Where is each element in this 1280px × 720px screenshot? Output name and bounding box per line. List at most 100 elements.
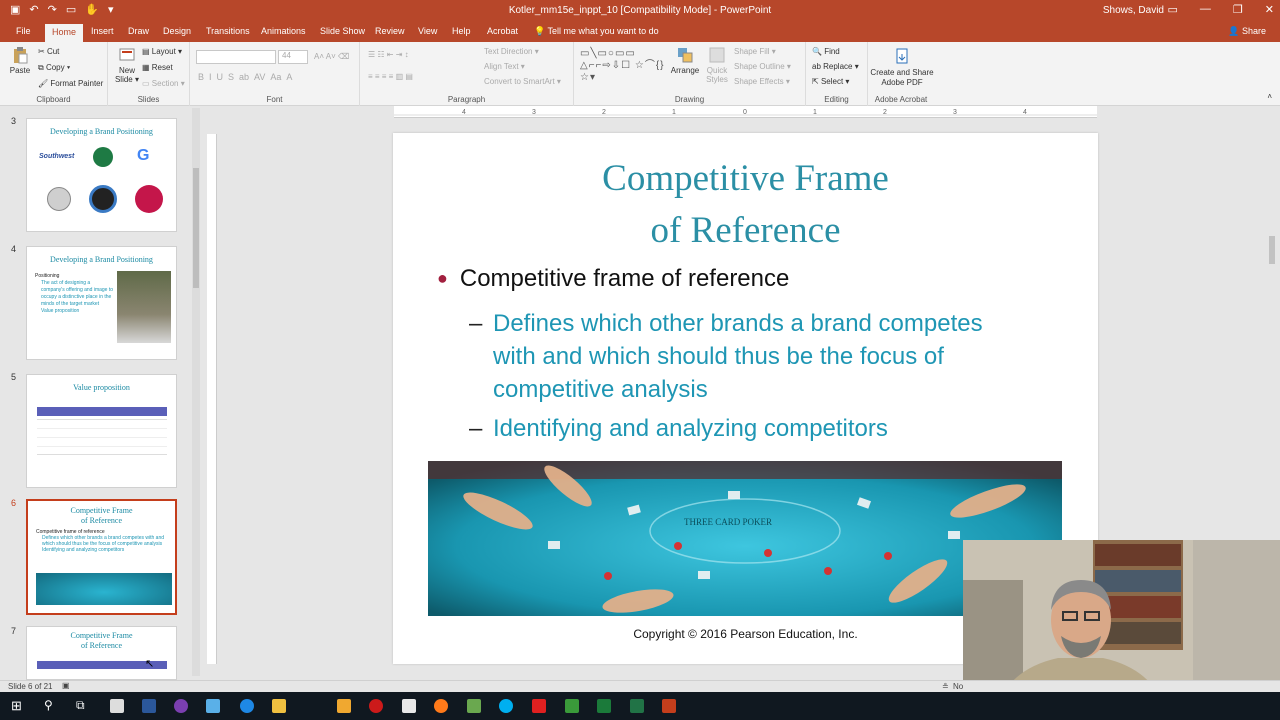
bullet-level1[interactable]: ● Competitive frame of reference: [437, 265, 789, 293]
mail-icon[interactable]: [402, 699, 416, 713]
reset-icon: ▦: [142, 63, 152, 72]
drawing-group: ▭╲▭○▭▭ △⌐⌐⇨⇩☐ ☆⌒{}☆▾ Arrange Quick Style…: [574, 42, 806, 106]
tab-draw[interactable]: Draw: [128, 26, 149, 36]
thumb-bullets: Positioning The act of designing a compa…: [35, 273, 114, 314]
thumbnails-scrollbar[interactable]: [192, 108, 200, 676]
excel-icon[interactable]: [630, 699, 644, 713]
list-buttons[interactable]: ☰ ☷ ⇤ ⇥ ↕: [368, 50, 409, 59]
shape-effects-button[interactable]: Shape Effects ▾: [734, 77, 790, 86]
app-icon-2[interactable]: [206, 699, 220, 713]
powerpoint-window: ▣ ↶ ↷ ▭ ✋ ▾ Kotler_mm15e_inppt_10 [Compa…: [0, 0, 1280, 720]
thumb-number: 4: [11, 244, 17, 254]
thumb-table: [37, 419, 167, 455]
slide-thumbnail-3[interactable]: Developing a Brand Positioning Southwest…: [26, 118, 177, 232]
status-bar: Slide 6 of 21 ▣ ≗ No: [0, 680, 1280, 692]
tab-insert[interactable]: Insert: [91, 26, 114, 36]
new-slide-button[interactable]: New Slide ▾: [112, 46, 142, 84]
thumb-bullets: Competitive frame of reference Defines w…: [36, 529, 165, 553]
layout-icon: ▤: [142, 47, 152, 56]
task-view-icon[interactable]: ⧉: [76, 698, 85, 713]
bullet-dot-icon: ●: [437, 268, 448, 288]
slide-thumbnail-7[interactable]: Competitive Frame of Reference ↖: [26, 626, 177, 680]
powerpoint-icon[interactable]: [662, 699, 676, 713]
edge-icon[interactable]: [240, 699, 254, 713]
format-painter-button[interactable]: 🖌 Format Painter: [38, 79, 103, 88]
lg-logo: [135, 185, 163, 213]
align-text-button[interactable]: Align Text ▾: [484, 62, 525, 71]
share-button[interactable]: 👤 Share: [1228, 26, 1266, 37]
app-icon[interactable]: [174, 699, 188, 713]
close-button[interactable]: ✕: [1265, 3, 1274, 16]
editor-scroll-thumb[interactable]: [1269, 236, 1275, 264]
scroll-thumb[interactable]: [193, 168, 199, 288]
select-button[interactable]: ⇱ Select ▾: [812, 77, 849, 86]
create-share-pdf-button[interactable]: Create and Share Adobe PDF: [870, 48, 934, 88]
font-size-box[interactable]: 44: [278, 50, 308, 64]
ribbon-display-icon[interactable]: ▭: [1168, 3, 1178, 16]
convert-smartart-button[interactable]: Convert to SmartArt ▾: [484, 77, 561, 86]
font-name-box[interactable]: [196, 50, 276, 64]
minimize-button[interactable]: —: [1200, 3, 1211, 16]
title-bar: ▣ ↶ ↷ ▭ ✋ ▾ Kotler_mm15e_inppt_10 [Compa…: [0, 0, 1280, 22]
svg-text:2: 2: [883, 109, 887, 116]
tab-home[interactable]: Home: [45, 24, 84, 42]
file-explorer-icon[interactable]: [272, 699, 286, 713]
clipboard-group: Paste ✂ Cut ⧉ Copy ▾ 🖌 Format Painter Cl…: [0, 42, 108, 106]
font-format-buttons[interactable]: B I U S ab AV Aa A: [198, 72, 292, 82]
notes-icon[interactable]: ≗: [942, 682, 949, 691]
text-direction-button[interactable]: Text Direction ▾: [484, 47, 539, 56]
windows-start-icon[interactable]: ⊞: [11, 698, 22, 714]
quick-styles-button[interactable]: Quick Styles: [702, 46, 732, 84]
calculator-icon[interactable]: [110, 699, 124, 713]
shape-fill-button[interactable]: Shape Fill ▾: [734, 47, 776, 56]
shapes-gallery[interactable]: ▭╲▭○▭▭ △⌐⌐⇨⇩☐ ☆⌒{}☆▾: [580, 48, 668, 84]
tab-file[interactable]: File: [16, 26, 31, 36]
tab-slide-show[interactable]: Slide Show: [320, 26, 365, 36]
user-name[interactable]: Shows, David: [1103, 5, 1164, 16]
tab-help[interactable]: Help: [452, 26, 471, 36]
layout-button[interactable]: ▤ Layout ▾: [142, 47, 182, 56]
arrange-button[interactable]: Arrange: [670, 46, 700, 75]
word-icon[interactable]: [142, 699, 156, 713]
font-grow-shrink[interactable]: A˄ A˅ ⌫: [314, 52, 349, 61]
opera-icon[interactable]: [369, 699, 383, 713]
slide-thumbnail-4[interactable]: Developing a Brand Positioning Positioni…: [26, 246, 177, 360]
thumb-number: 3: [11, 116, 17, 126]
tell-me-search[interactable]: 💡 Tell me what you want to do: [534, 26, 659, 37]
slide-title[interactable]: Competitive Frame of Reference: [393, 153, 1098, 257]
person-icon: 👤: [1228, 26, 1242, 36]
notes-button[interactable]: No: [953, 682, 963, 691]
skype-icon[interactable]: [499, 699, 513, 713]
section-button[interactable]: ▭ Section ▾: [142, 79, 185, 88]
youtube-icon[interactable]: [532, 699, 546, 713]
firefox-icon[interactable]: [434, 699, 448, 713]
svg-text:3: 3: [953, 109, 957, 116]
tab-view[interactable]: View: [418, 26, 437, 36]
slide-thumbnail-5[interactable]: Value proposition: [26, 374, 177, 488]
search-icon[interactable]: ⚲: [44, 698, 53, 712]
tab-transitions[interactable]: Transitions: [206, 26, 250, 36]
paste-button[interactable]: Paste: [6, 46, 34, 75]
copy-button[interactable]: ⧉ Copy ▾: [38, 63, 70, 73]
restore-button[interactable]: ❐: [1233, 3, 1243, 16]
spellcheck-icon[interactable]: ▣: [62, 681, 70, 690]
replace-button[interactable]: ab Replace ▾: [812, 62, 859, 71]
paragraph-label: Paragraph: [447, 95, 486, 104]
align-buttons[interactable]: ≡ ≡ ≡ ≡ ▥ ▤: [368, 72, 413, 81]
shape-outline-button[interactable]: Shape Outline ▾: [734, 62, 791, 71]
app-icon-3[interactable]: [467, 699, 481, 713]
collapse-ribbon-icon[interactable]: ˄: [1267, 92, 1272, 101]
app-icon-4[interactable]: [565, 699, 579, 713]
slide-thumbnail-6[interactable]: Competitive Frame of Reference Competiti…: [26, 499, 177, 615]
tab-acrobat[interactable]: Acrobat: [487, 26, 518, 36]
tab-design[interactable]: Design: [163, 26, 191, 36]
find-button[interactable]: 🔍 Find: [812, 47, 840, 56]
cut-button[interactable]: ✂ Cut: [38, 47, 59, 56]
tab-animations[interactable]: Animations: [261, 26, 306, 36]
bmw-logo: [89, 185, 117, 213]
app-icon-5[interactable]: [597, 699, 611, 713]
store-icon[interactable]: [337, 699, 351, 713]
tab-review[interactable]: Review: [375, 26, 405, 36]
thumb-title: Competitive Frame of Reference: [70, 631, 133, 650]
reset-button[interactable]: ▦ Reset: [142, 63, 173, 72]
